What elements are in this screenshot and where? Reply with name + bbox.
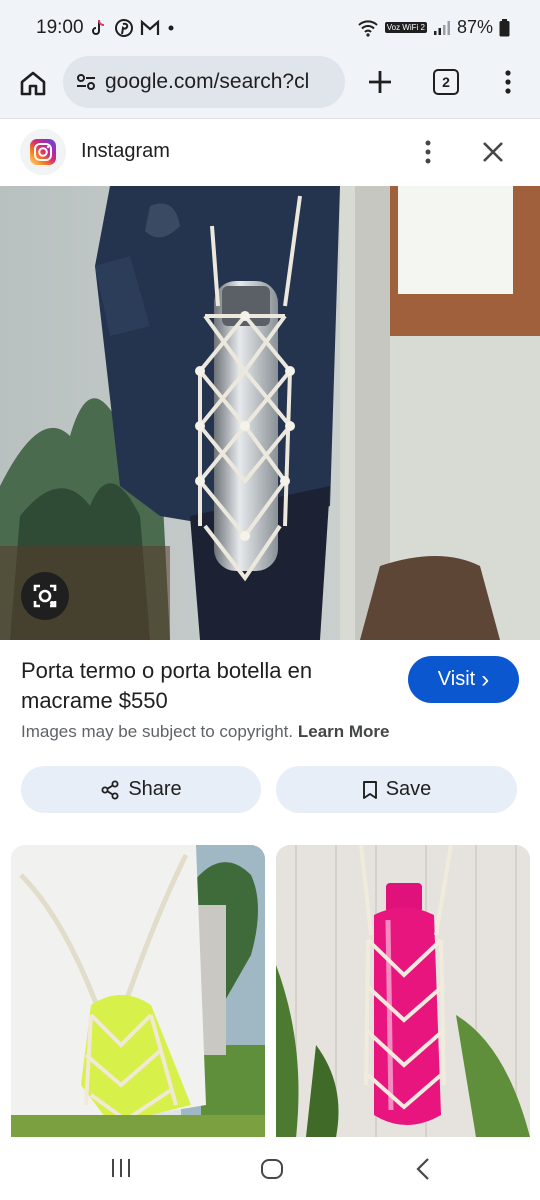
visit-label: Visit — [437, 668, 476, 690]
save-button[interactable]: Save — [276, 766, 517, 813]
status-time: 19:00 — [36, 17, 84, 38]
result-title: Porta termo o porta botella en macrame $… — [21, 658, 313, 713]
related-image-2-art — [276, 845, 530, 1137]
source-more-icon[interactable] — [420, 139, 436, 165]
main-image[interactable] — [0, 186, 540, 640]
notification-icons — [88, 18, 176, 38]
home-nav-icon[interactable] — [260, 1157, 284, 1181]
signal-icon — [433, 20, 450, 35]
home-icon[interactable] — [18, 68, 48, 98]
related-image-1-art — [11, 845, 265, 1137]
close-icon[interactable] — [480, 139, 506, 165]
related-image-2[interactable] — [276, 845, 530, 1137]
gmail-icon — [140, 19, 160, 35]
source-header: Instagram — [0, 119, 540, 186]
site-settings-icon[interactable] — [75, 71, 97, 93]
tab-switcher-button[interactable]: 2 — [433, 69, 459, 95]
source-name[interactable]: Instagram — [81, 140, 170, 163]
visit-button[interactable]: Visit › — [408, 656, 519, 703]
back-icon[interactable] — [414, 1157, 432, 1181]
browser-toolbar: google.com/search?cl 2 — [0, 56, 540, 119]
copyright-notice: Images may be subject to copyright. Lear… — [21, 722, 390, 742]
bookmark-icon — [362, 780, 377, 799]
recent-apps-icon[interactable] — [110, 1157, 132, 1179]
chevron-right-icon: › — [481, 665, 490, 693]
wifi-icon — [358, 19, 378, 37]
more-options-icon[interactable] — [500, 68, 516, 96]
tiktok-icon — [92, 19, 105, 35]
system-nav-bar — [0, 1137, 540, 1200]
url-text[interactable]: google.com/search?cl — [105, 70, 309, 94]
google-lens-icon[interactable] — [21, 572, 69, 620]
lens-button[interactable] — [21, 572, 69, 620]
new-tab-icon[interactable] — [366, 68, 394, 96]
copyright-text: Images may be subject to copyright. — [21, 722, 294, 741]
volte-badge: Voz WiFi 2 — [384, 22, 427, 33]
battery-percent: 87% — [456, 17, 493, 37]
battery-icon — [499, 18, 510, 36]
dot-icon — [168, 25, 174, 31]
main-image-art — [0, 186, 540, 640]
related-image-1[interactable] — [11, 845, 265, 1137]
learn-more-link[interactable]: Learn More — [298, 722, 390, 741]
status-right: Voz WiFi 2 87% — [357, 17, 510, 38]
pinterest-icon — [115, 19, 133, 37]
save-label: Save — [385, 778, 432, 800]
status-bar: 19:00 Voz WiFi 2 87% — [0, 0, 540, 56]
share-label: Share — [128, 778, 182, 800]
omnibox[interactable]: google.com/search?cl — [63, 56, 345, 108]
instagram-icon — [20, 129, 66, 175]
share-button[interactable]: Share — [21, 766, 261, 813]
share-icon — [101, 780, 119, 799]
